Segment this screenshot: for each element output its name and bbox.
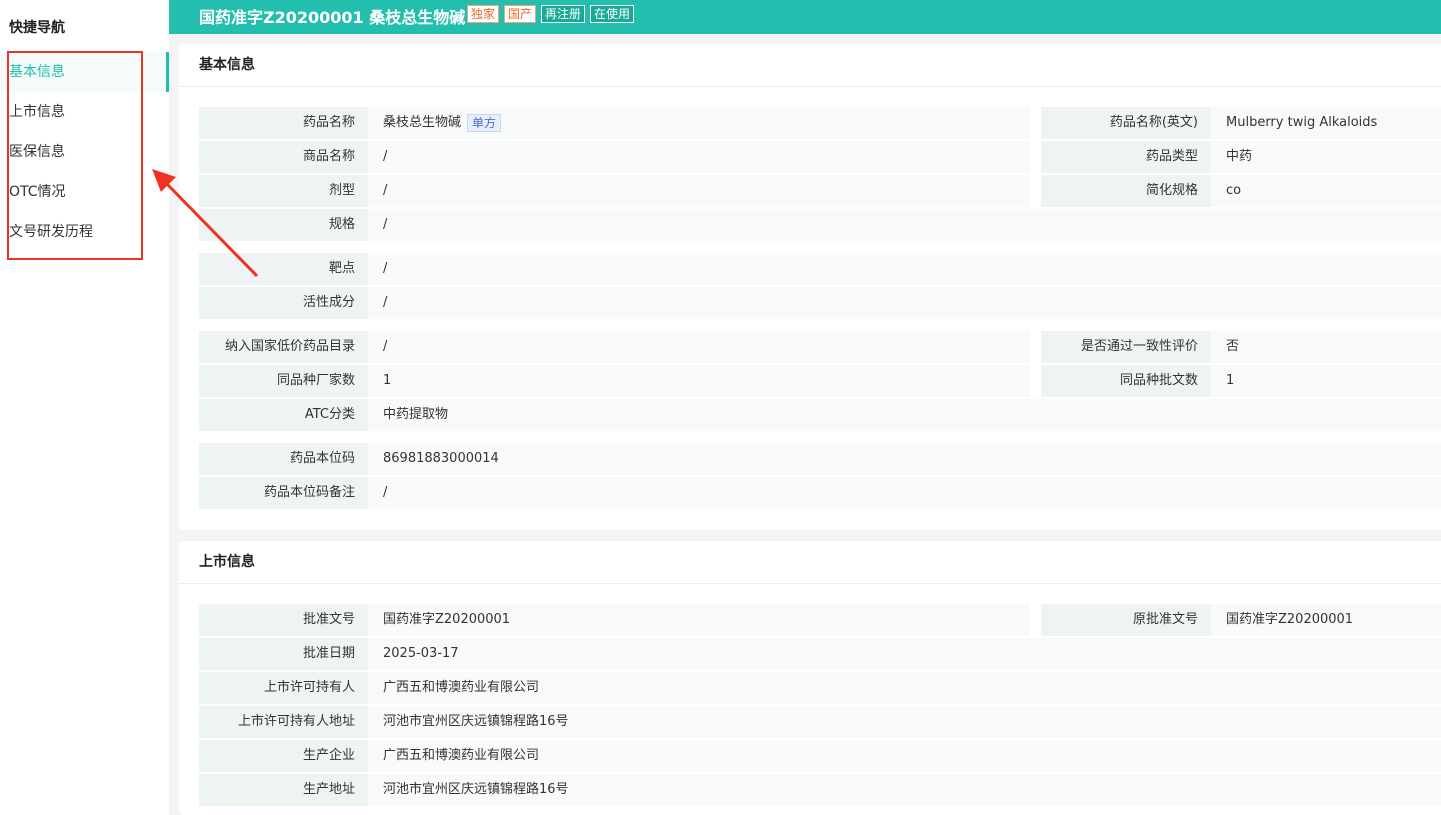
sidebar-item-market-info[interactable]: 上市信息 [0,92,169,132]
field-label: 药品本位码 [199,443,368,475]
field-label: 生产企业 [199,740,368,772]
info-row: 纳入国家低价药品目录 / 是否通过一致性评价 否 [199,331,1441,363]
quick-nav-sidebar: 快捷导航 基本信息 上市信息 医保信息 OTC情况 文号研发历程 [0,0,169,815]
field-value: 中药 [1211,141,1441,173]
info-row: 批准文号 国药准字Z20200001 原批准文号 国药准字Z20200001 [199,604,1441,636]
field-value: 86981883000014 [368,443,1441,475]
field-value: 1 [368,365,1030,397]
basic-info-card: 基本信息 药品名称 桑枝总生物碱 单方 药品名称(英文) Mulberry twi… [179,44,1441,530]
info-row: 同品种厂家数 1 同品种批文数 1 [199,365,1441,397]
field-value: 国药准字Z20200001 [368,604,1030,636]
info-row: 规格 / [199,209,1441,241]
field-label: 规格 [199,209,368,241]
field-label: 生产地址 [199,774,368,806]
info-row: 生产地址 河池市宜州区庆远镇锦程路16号 [199,774,1441,806]
info-row: 活性成分 / [199,287,1441,319]
info-row: 上市许可持有人地址 河池市宜州区庆远镇锦程路16号 [199,706,1441,738]
field-label: 商品名称 [199,141,368,173]
sidebar-list: 基本信息 上市信息 医保信息 OTC情况 文号研发历程 [0,52,169,252]
field-label: 是否通过一致性评价 [1041,331,1211,363]
field-value: 河池市宜州区庆远镇锦程路16号 [368,774,1441,806]
field-value: 广西五和博澳药业有限公司 [368,740,1441,772]
field-value: 广西五和博澳药业有限公司 [368,672,1441,704]
field-label: 药品类型 [1041,141,1211,173]
info-row: 药品本位码备注 / [199,477,1441,509]
field-value: / [368,253,1441,285]
market-info-card: 上市信息 批准文号 国药准字Z20200001 原批准文号 国药准字Z20200… [179,541,1441,815]
badge-reregistered: 再注册 [541,5,586,23]
field-value: / [368,287,1441,319]
badge-domestic: 国产 [504,5,537,23]
field-label: 活性成分 [199,287,368,319]
field-value: co [1211,175,1441,207]
page-header: 国药准字Z20200001 桑枝总生物碱 独家 国产 再注册 在使用 [169,0,1441,34]
info-row: ATC分类 中药提取物 [199,399,1441,431]
field-label: 批准文号 [199,604,368,636]
field-value: / [368,141,1030,173]
info-row: 批准日期 2025-03-17 [199,638,1441,670]
field-label: 纳入国家低价药品目录 [199,331,368,363]
badge-exclusive: 独家 [467,5,500,23]
field-value: / [368,331,1030,363]
field-value: Mulberry twig Alkaloids [1211,107,1441,139]
field-value: / [368,209,1441,241]
field-value: 河池市宜州区庆远镇锦程路16号 [368,706,1441,738]
field-label: 靶点 [199,253,368,285]
field-label: 简化规格 [1041,175,1211,207]
field-label: 药品本位码备注 [199,477,368,509]
field-label: ATC分类 [199,399,368,431]
field-value: 桑枝总生物碱 单方 [368,107,1030,139]
field-label: 同品种批文数 [1041,365,1211,397]
field-value: 1 [1211,365,1441,397]
badge-group: 独家 国产 再注册 在使用 [467,5,635,23]
sidebar-item-otc[interactable]: OTC情况 [0,172,169,212]
sidebar-item-insurance-info[interactable]: 医保信息 [0,132,169,172]
field-value: 国药准字Z20200001 [1211,604,1441,636]
drug-name-value: 桑枝总生物碱 [383,115,462,130]
badge-in-use: 在使用 [590,5,635,23]
field-label: 药品名称 [199,107,368,139]
field-label: 原批准文号 [1041,604,1211,636]
single-formula-tag: 单方 [467,113,502,132]
info-row: 生产企业 广西五和博澳药业有限公司 [199,740,1441,772]
info-row: 药品名称 桑枝总生物碱 单方 药品名称(英文) Mulberry twig Alk… [199,107,1441,139]
field-label: 药品名称(英文) [1041,107,1211,139]
field-label: 同品种厂家数 [199,365,368,397]
field-value: 中药提取物 [368,399,1441,431]
field-value: 2025-03-17 [368,638,1441,670]
sidebar-item-basic-info[interactable]: 基本信息 [0,52,169,92]
sidebar-title: 快捷导航 [9,20,65,36]
info-row: 药品本位码 86981883000014 [199,443,1441,475]
field-value: 否 [1211,331,1441,363]
page-title: 国药准字Z20200001 桑枝总生物碱 [199,8,466,27]
field-value: / [368,477,1441,509]
info-row: 上市许可持有人 广西五和博澳药业有限公司 [199,672,1441,704]
info-row: 靶点 / [199,253,1441,285]
field-label: 剂型 [199,175,368,207]
sidebar-item-approval-history[interactable]: 文号研发历程 [0,212,169,252]
field-label: 上市许可持有人地址 [199,706,368,738]
info-row: 商品名称 / 药品类型 中药 [199,141,1441,173]
info-row: 剂型 / 简化规格 co [199,175,1441,207]
market-info-title: 上市信息 [179,541,1441,584]
field-label: 批准日期 [199,638,368,670]
field-value: / [368,175,1030,207]
basic-info-title: 基本信息 [179,44,1441,87]
field-label: 上市许可持有人 [199,672,368,704]
